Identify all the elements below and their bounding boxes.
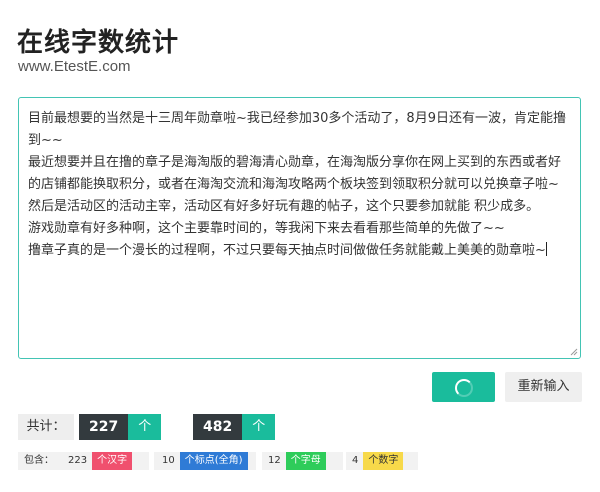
punct-count-label: 个标点(全角) (179, 452, 248, 470)
hanzi-count-label: 个汉字 (92, 452, 133, 470)
text-input-value: 目前最想要的当然是十三周年勋章啦~我已经参加30多个活动了，8月9日还有一波，肯… (28, 111, 566, 258)
detail-letters: 12 个字母 (262, 452, 343, 470)
hanzi-count-value: 223 (68, 455, 88, 466)
resize-grip-icon[interactable] (570, 348, 578, 356)
symbol-count-badge: 482 个字符 (193, 414, 276, 486)
symbol-count-label: 个字符 (242, 414, 276, 486)
loading-spinner-icon (455, 379, 473, 397)
page-title: 在线字数统计 (17, 28, 180, 58)
site-url: www.EtestE.com (18, 58, 131, 75)
text-caret (545, 242, 547, 256)
digits-count-label: 个数字 (363, 452, 404, 470)
char-count-value: 227 (79, 414, 129, 440)
punct-count-value: 10 (162, 455, 175, 466)
letters-count-label: 个字母 (285, 452, 326, 470)
text-input-area[interactable]: 目前最想要的当然是十三周年勋章啦~我已经参加30多个活动了，8月9日还有一波，肯… (18, 97, 581, 359)
details-label: 包含： (24, 455, 54, 466)
symbol-count-value: 482 (193, 414, 243, 440)
char-count-label: 个字数 (128, 414, 162, 486)
detail-digits: 4 个数字 (346, 452, 418, 470)
totals-label: 共计： (18, 414, 74, 440)
detail-punct: 10 个标点(全角) (154, 452, 256, 470)
digits-count-value: 4 (352, 455, 359, 466)
text-input-content: 目前最想要的当然是十三周年勋章啦~我已经参加30多个活动了，8月9日还有一波，肯… (28, 108, 570, 262)
count-button-loading[interactable] (432, 372, 495, 402)
reset-button[interactable]: 重新输入 (505, 372, 582, 402)
letters-count-value: 12 (268, 455, 281, 466)
char-count-badge: 227 个字数 (79, 414, 162, 486)
detail-hanzi: 包含： 223 个汉字 (18, 452, 149, 470)
